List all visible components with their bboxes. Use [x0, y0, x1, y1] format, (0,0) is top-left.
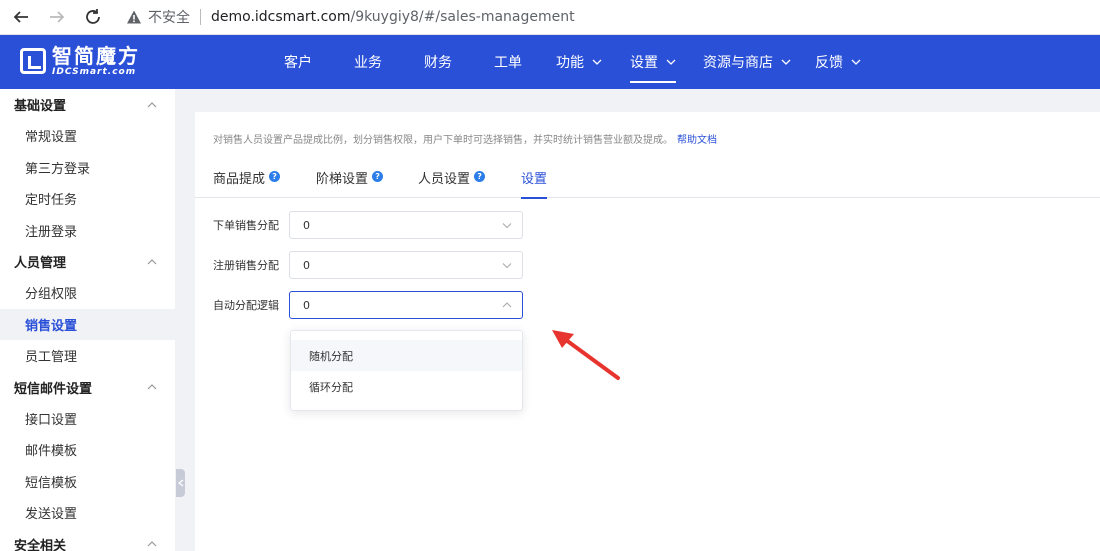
nav-item-customers[interactable]: 客户: [284, 35, 312, 89]
tab-label: 人员设置: [418, 172, 471, 187]
sidebar: 基础设置 常规设置 第三方登录 定时任务 注册登录 人员管理 分组权限 销售设置…: [0, 89, 175, 551]
sidebar-item-scheduled-tasks[interactable]: 定时任务: [0, 183, 175, 215]
chevron-up-icon: [147, 541, 157, 547]
url-divider: [200, 9, 201, 25]
warning-icon: [127, 10, 141, 24]
nav-item-finance[interactable]: 财务: [424, 35, 452, 89]
form-label: 下单销售分配: [213, 219, 279, 232]
description-text: 对销售人员设置产品提成比例，划分销售权限，用户下单时可选择销售，并实时统计销售营…: [213, 135, 673, 146]
address-bar[interactable]: 不安全 demo.idcsmart.com/9kuygiy8/#/sales-m…: [126, 7, 575, 27]
nav-label: 功能: [556, 55, 584, 71]
order-sales-assign-select[interactable]: 0: [289, 211, 523, 239]
help-circle-icon[interactable]: ?: [269, 171, 281, 182]
arrow-left-icon: [13, 11, 28, 23]
chevron-down-icon: [851, 59, 861, 65]
chevron-down-icon: [502, 263, 512, 269]
sidebar-item-interface-settings[interactable]: 接口设置: [0, 403, 175, 435]
nav-label: 业务: [354, 55, 382, 71]
dropdown-option-random[interactable]: 随机分配: [291, 340, 522, 371]
nav-label: 设置: [630, 55, 658, 71]
chevron-up-icon: [147, 384, 157, 390]
chevron-left-icon: [177, 479, 183, 487]
help-circle-icon[interactable]: ?: [474, 171, 486, 182]
top-navigation: 智简魔方 IDCSmart.com 客户 业务 财务 工单 功能 设置 资源与商…: [0, 35, 1100, 89]
nav-item-features[interactable]: 功能: [556, 35, 602, 89]
help-circle-icon[interactable]: ?: [372, 171, 384, 182]
annotation-arrow-icon: [552, 330, 620, 380]
sidebar-group-security[interactable]: 安全相关: [0, 529, 175, 551]
nav-label: 财务: [424, 55, 452, 71]
nav-item-resources-store[interactable]: 资源与商店: [703, 35, 791, 89]
auto-assign-logic-select[interactable]: 0: [289, 291, 523, 319]
nav-label: 反馈: [815, 55, 843, 71]
chevron-up-icon: [502, 302, 512, 308]
sidebar-item-group-permissions[interactable]: 分组权限: [0, 277, 175, 309]
select-value: 0: [303, 258, 310, 272]
page-description: 对销售人员设置产品提成比例，划分销售权限，用户下单时可选择销售，并实时统计销售营…: [213, 131, 717, 146]
help-docs-link[interactable]: 帮助文档: [677, 135, 717, 146]
sidebar-item-sales-settings[interactable]: 销售设置: [0, 308, 175, 340]
chevron-up-icon: [147, 101, 157, 107]
reload-icon: [86, 9, 100, 24]
nav-item-settings[interactable]: 设置: [630, 35, 676, 89]
tab-settings[interactable]: 设置: [521, 168, 548, 199]
form-row-register-sales-assign: 注册销售分配 0: [213, 251, 523, 279]
sidebar-group-sms-email[interactable]: 短信邮件设置: [0, 372, 175, 403]
tab-label: 商品提成: [213, 172, 266, 187]
chevron-down-icon: [666, 59, 676, 65]
form-row-auto-assign-logic: 自动分配逻辑 0: [213, 291, 523, 319]
form-label: 注册销售分配: [213, 259, 279, 272]
chevron-down-icon: [502, 223, 512, 229]
auto-assign-logic-dropdown: 随机分配 循环分配: [290, 330, 523, 411]
nav-label: 客户: [284, 55, 312, 71]
chevron-down-icon: [592, 59, 602, 65]
nav-item-tickets[interactable]: 工单: [494, 35, 522, 89]
sidebar-item-send-settings[interactable]: 发送设置: [0, 497, 175, 529]
sidebar-item-general[interactable]: 常规设置: [0, 120, 175, 152]
sidebar-group-staff[interactable]: 人员管理: [0, 246, 175, 277]
back-button[interactable]: [6, 2, 36, 32]
arrow-right-icon: [50, 11, 65, 23]
insecure-label: 不安全: [148, 10, 190, 26]
tab-staff-settings[interactable]: 人员设置?: [418, 168, 486, 198]
form-label: 自动分配逻辑: [213, 299, 279, 312]
tab-label: 设置: [521, 172, 548, 187]
sidebar-item-third-party-login[interactable]: 第三方登录: [0, 152, 175, 184]
chevron-up-icon: [147, 258, 157, 264]
sidebar-group-title: 安全相关: [14, 538, 67, 551]
url-host: demo.idcsmart.com: [211, 9, 351, 25]
sidebar-group-title: 短信邮件设置: [14, 381, 93, 397]
nav-item-feedback[interactable]: 反馈: [815, 35, 861, 89]
url-path: /9kuygiy8/#/sales-management: [350, 9, 575, 25]
nav-item-business[interactable]: 业务: [354, 35, 382, 89]
sidebar-item-employee-management[interactable]: 员工管理: [0, 340, 175, 372]
select-value: 0: [303, 218, 310, 232]
sidebar-group-basic-settings[interactable]: 基础设置: [0, 89, 175, 120]
reload-button[interactable]: [78, 2, 108, 32]
sidebar-group-title: 人员管理: [14, 256, 67, 271]
sidebar-item-email-templates[interactable]: 邮件模板: [0, 434, 175, 466]
forward-button[interactable]: [42, 2, 72, 32]
select-value: 0: [303, 298, 310, 312]
dropdown-option-round-robin[interactable]: 循环分配: [291, 371, 522, 402]
sidebar-item-sms-templates[interactable]: 短信模板: [0, 466, 175, 498]
tab-product-commission[interactable]: 商品提成?: [213, 168, 281, 198]
form-row-order-sales-assign: 下单销售分配 0: [213, 211, 523, 239]
nav-label: 资源与商店: [703, 55, 773, 71]
tab-tier-settings[interactable]: 阶梯设置?: [316, 168, 384, 198]
settings-tabs: 商品提成? 阶梯设置? 人员设置? 设置: [195, 168, 1100, 199]
nav-label: 工单: [494, 55, 522, 71]
register-sales-assign-select[interactable]: 0: [289, 251, 523, 279]
sidebar-item-register-login[interactable]: 注册登录: [0, 215, 175, 247]
sidebar-collapse-handle[interactable]: [176, 469, 185, 497]
chevron-down-icon: [781, 59, 791, 65]
sidebar-group-title: 基础设置: [14, 99, 67, 114]
tab-label: 阶梯设置: [316, 172, 369, 187]
browser-toolbar: 不安全 demo.idcsmart.com/9kuygiy8/#/sales-m…: [0, 0, 1100, 35]
